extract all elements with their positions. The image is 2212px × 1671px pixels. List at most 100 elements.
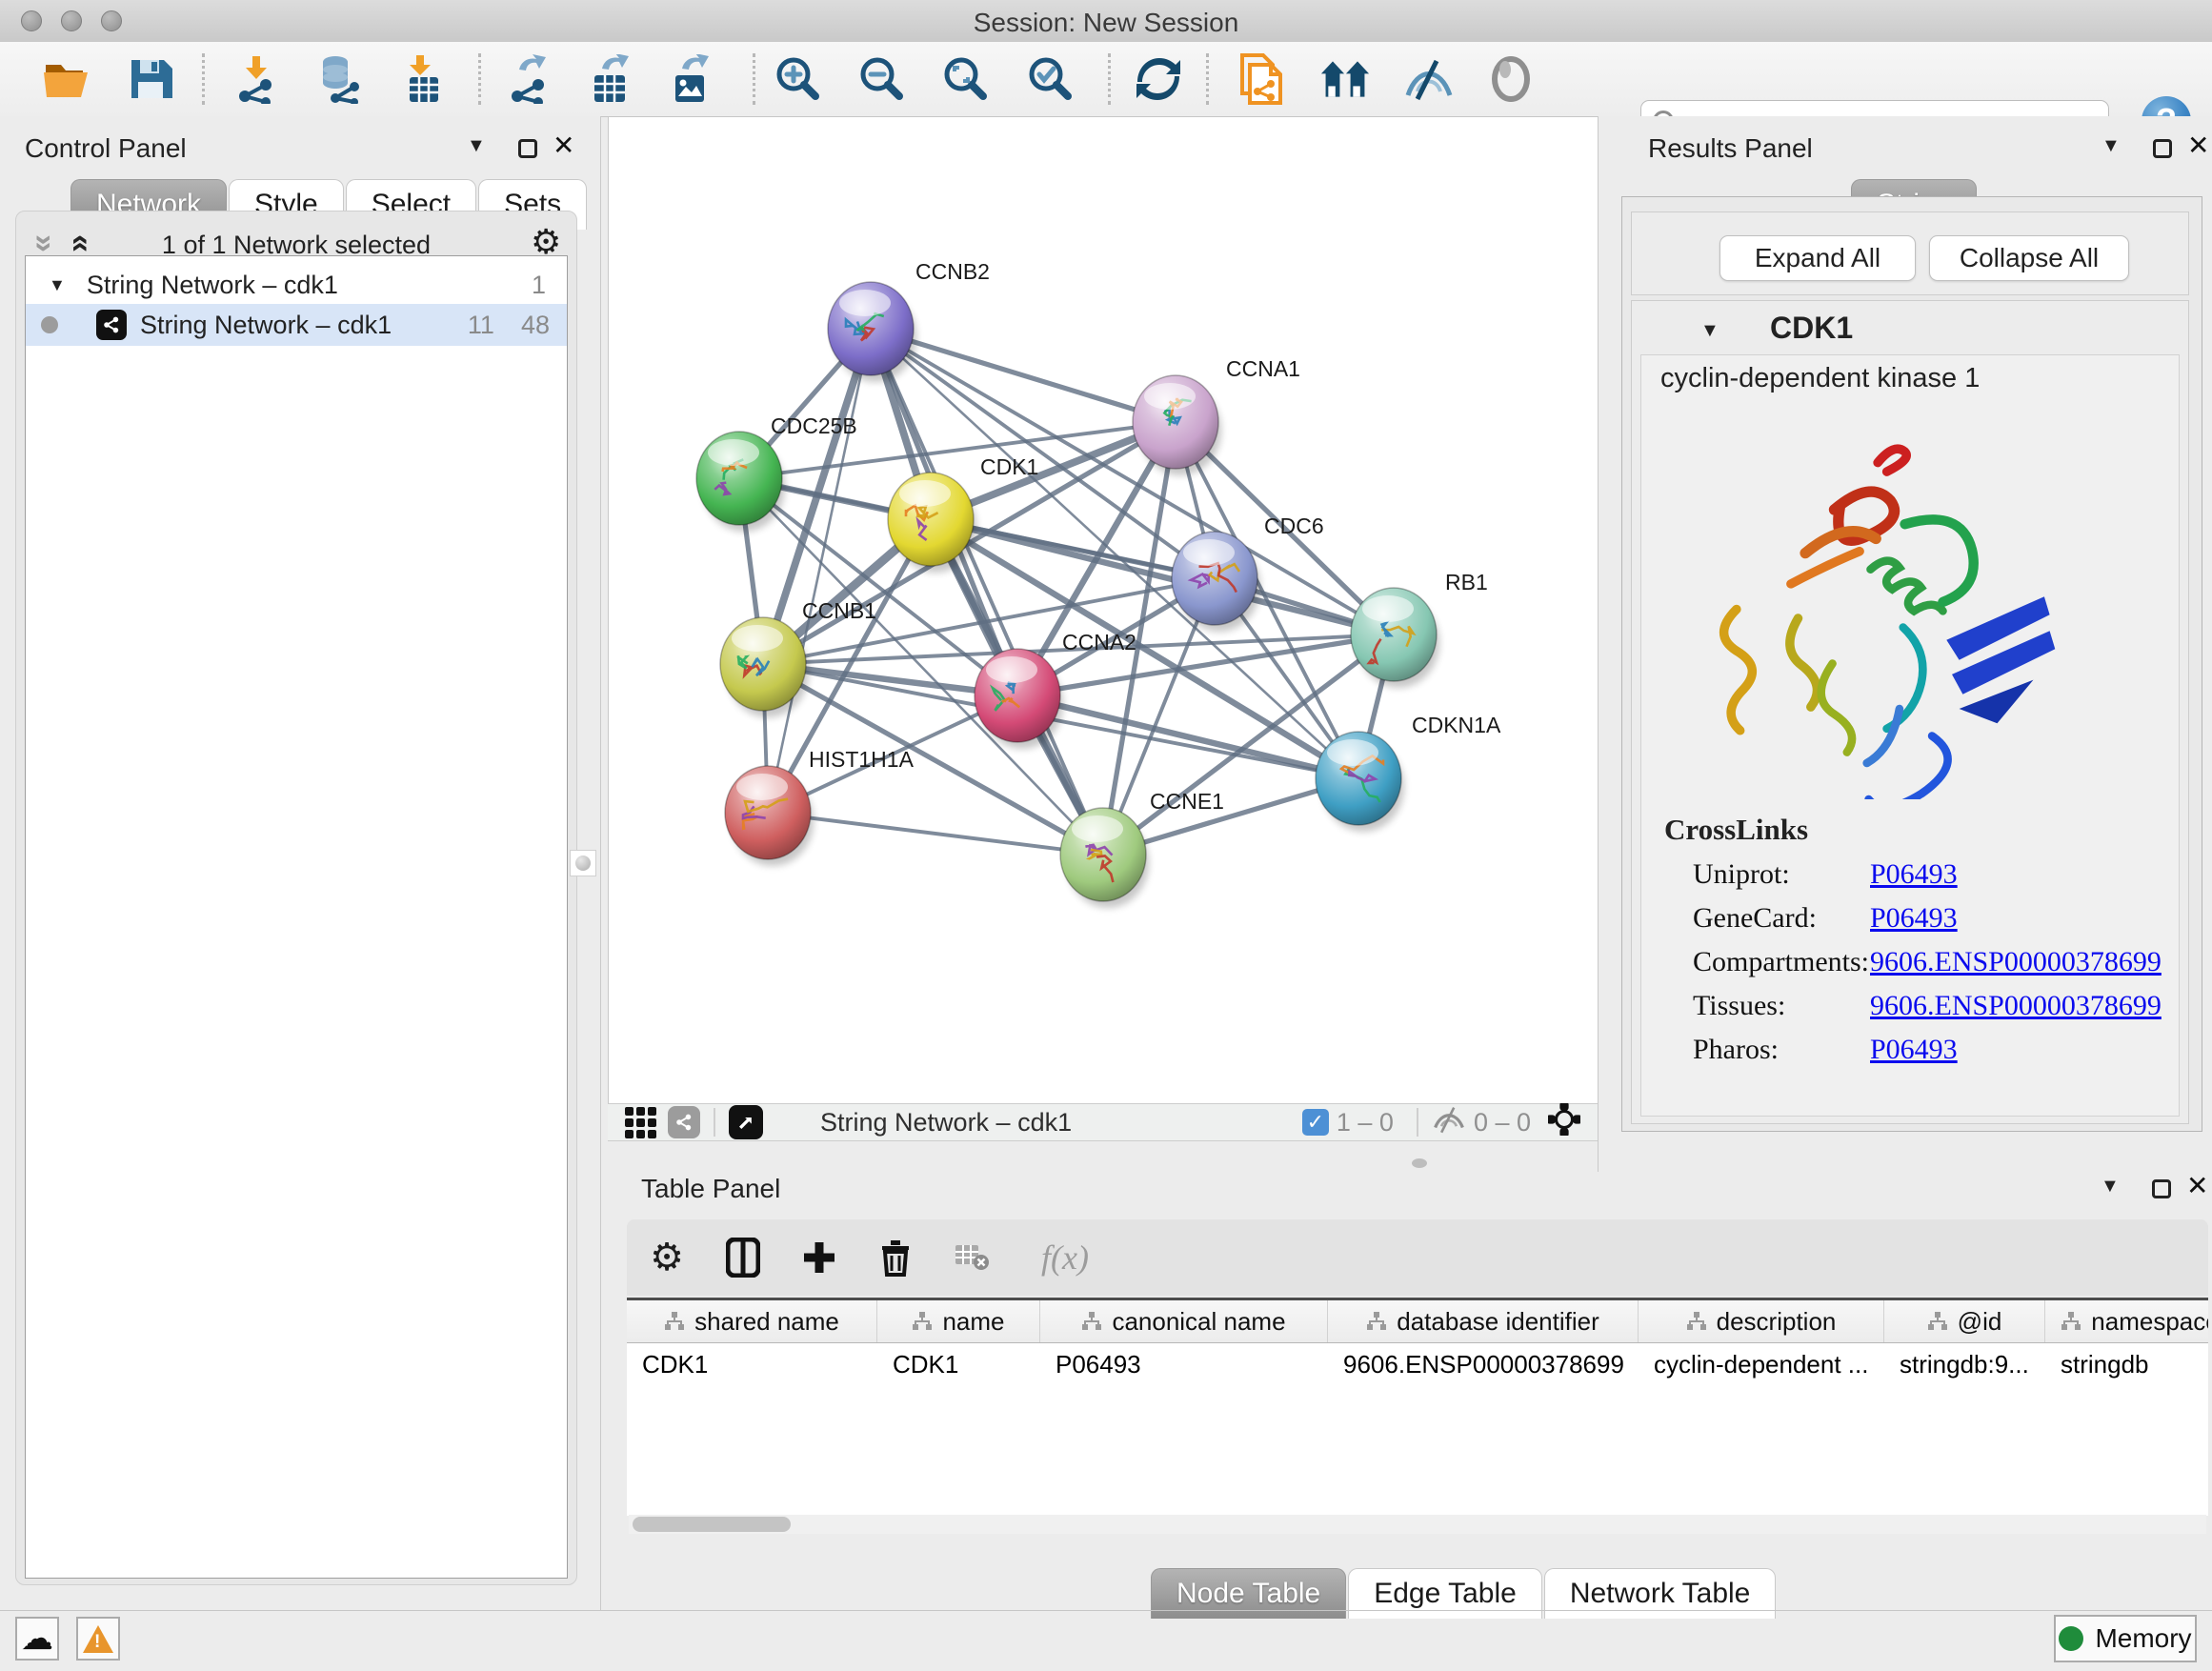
table-cell[interactable]: P06493 <box>1040 1343 1328 1385</box>
tab-node-table[interactable]: Node Table <box>1151 1568 1346 1619</box>
left-splitter-handle[interactable] <box>570 850 596 876</box>
hide-annotations-icon[interactable] <box>1404 54 1454 104</box>
zoom-out-icon[interactable] <box>857 54 907 104</box>
warnings-button[interactable]: ! <box>76 1617 120 1661</box>
table-panel-close-icon[interactable]: ✕ <box>2186 1170 2208 1201</box>
cloud-status-button[interactable]: ☁ <box>15 1617 59 1661</box>
network-node-count: 11 <box>468 311 494 340</box>
table-header-row: shared namename canonical name database id… <box>627 1300 2208 1343</box>
table-row[interactable]: CDK1CDK1P064939606.ENSP00000378699cyclin… <box>627 1343 2208 1385</box>
results-panel-close-icon[interactable]: ✕ <box>2187 130 2209 161</box>
main-toolbar: ? <box>0 42 2212 117</box>
table-cell[interactable]: stringdb:9... <box>1884 1343 2045 1385</box>
entry-expander-icon[interactable]: ▼ <box>1700 320 1719 342</box>
export-network-icon[interactable] <box>505 54 554 104</box>
node-label: CCNA2 <box>1062 630 1136 654</box>
node-label: CCNE1 <box>1150 789 1224 814</box>
crosslink-link[interactable]: 9606.ENSP00000378699 <box>1870 990 2162 1022</box>
apply-layout-icon[interactable] <box>1134 54 1183 104</box>
column-header-canonical-name[interactable]: canonical name <box>1040 1300 1328 1342</box>
table-cell[interactable]: CDK1 <box>627 1343 877 1385</box>
crosslink-row: Uniprot: P06493 <box>1693 858 2169 891</box>
expand-all-button[interactable]: Expand All <box>1719 235 1916 281</box>
open-in-window-icon[interactable] <box>729 1105 763 1139</box>
node-label: RB1 <box>1445 570 1488 594</box>
cdk1-details: cyclin-dependent kinase 1 CrossLinks Uni… <box>1640 354 2180 1117</box>
import-table-file-icon[interactable] <box>398 54 448 104</box>
crosslink-link[interactable]: P06493 <box>1870 1034 1958 1066</box>
table-cell[interactable]: 9606.ENSP00000378699 <box>1328 1343 1639 1385</box>
table-cell[interactable]: cyclin-dependent ... <box>1639 1343 1884 1385</box>
table-cell[interactable]: stringdb <box>2045 1343 2208 1385</box>
string-network-icon <box>96 310 127 340</box>
import-network-database-icon[interactable] <box>314 54 364 104</box>
control-panel-menu-icon[interactable]: ▼ <box>467 135 486 157</box>
column-header-shared-name[interactable]: shared name <box>627 1300 877 1342</box>
control-panel-float-icon[interactable] <box>518 139 537 158</box>
selected-counts: 1 – 0 <box>1337 1108 1394 1137</box>
collapse-all-button[interactable]: Collapse All <box>1929 235 2129 281</box>
export-image-icon[interactable] <box>667 54 716 104</box>
column-header-namespace[interactable]: namespace <box>2045 1300 2208 1342</box>
collection-expander-icon[interactable]: ▼ <box>49 275 66 295</box>
control-panel-close-icon[interactable]: ✕ <box>553 130 574 161</box>
network-current-dot-icon <box>41 316 58 333</box>
crosslink-link[interactable]: P06493 <box>1870 902 1958 935</box>
node-label: CCNB1 <box>802 598 876 623</box>
birds-eye-view-icon[interactable] <box>625 1107 656 1138</box>
entry-gene-name: CDK1 <box>1770 311 1853 346</box>
table-body: CDK1CDK1P064939606.ENSP00000378699cyclin… <box>627 1343 2208 1385</box>
column-label: canonical name <box>1112 1307 1285 1337</box>
column-header-@id[interactable]: @id <box>1884 1300 2045 1342</box>
node-table: shared namename canonical name database id… <box>627 1298 2208 1516</box>
save-session-icon[interactable] <box>126 54 175 104</box>
memory-button[interactable]: Memory <box>2054 1615 2197 1662</box>
open-session-icon[interactable] <box>42 54 91 104</box>
function-builder-icon[interactable]: f(x) <box>1027 1237 1103 1278</box>
column-header-description[interactable]: description <box>1639 1300 1884 1342</box>
node-label: CDK1 <box>980 454 1038 479</box>
crosslink-label: Uniprot: <box>1693 858 1790 890</box>
table-cell[interactable]: CDK1 <box>877 1343 1040 1385</box>
column-header-name[interactable]: name <box>877 1300 1040 1342</box>
memory-label: Memory <box>2095 1623 2191 1654</box>
results-panel-menu-icon[interactable]: ▼ <box>2101 135 2121 157</box>
crosslink-link[interactable]: P06493 <box>1870 858 1958 891</box>
table-panel-title: Table Panel <box>641 1174 780 1204</box>
zoom-selected-icon[interactable] <box>1026 54 1076 104</box>
crosslink-link[interactable]: 9606.ENSP00000378699 <box>1870 946 2162 978</box>
column-label: description <box>1717 1307 1837 1337</box>
show-graphics-details-icon[interactable] <box>1486 54 1536 104</box>
crosslink-label: GeneCard: <box>1693 902 1817 934</box>
node-navigation-icon[interactable] <box>1548 1103 1580 1142</box>
column-header-database-identifier[interactable]: database identifier <box>1328 1300 1639 1342</box>
table-settings-gear-icon[interactable]: ⚙ <box>646 1237 688 1278</box>
cybrowser-document-icon[interactable] <box>1235 54 1284 104</box>
toolbar-separator <box>1417 1108 1418 1137</box>
horizontal-splitter-handle[interactable] <box>1412 1158 1427 1168</box>
string-home-icon[interactable] <box>1320 54 1370 104</box>
table-panel-menu-icon[interactable]: ▼ <box>2101 1176 2120 1198</box>
network-row-selected[interactable]: String Network – cdk1 11 48 <box>26 304 567 346</box>
results-panel-float-icon[interactable] <box>2153 139 2172 158</box>
network-view-title: String Network – cdk1 <box>820 1108 1072 1137</box>
show-columns-icon[interactable] <box>722 1237 764 1278</box>
export-table-icon[interactable] <box>587 54 636 104</box>
add-column-icon[interactable] <box>798 1237 840 1278</box>
table-hscrollbar-thumb[interactable] <box>633 1517 791 1532</box>
tab-network-table[interactable]: Network Table <box>1544 1568 1777 1619</box>
delete-table-icon[interactable] <box>951 1237 993 1278</box>
zoom-fit-icon[interactable] <box>941 54 991 104</box>
crosslink-row: GeneCard: P06493 <box>1693 902 2169 935</box>
tab-edge-table[interactable]: Edge Table <box>1348 1568 1542 1619</box>
selected-checkbox-icon[interactable]: ✓ <box>1302 1109 1329 1136</box>
network-collection-row[interactable]: ▼ String Network – cdk1 1 <box>26 264 567 306</box>
import-network-file-icon[interactable] <box>232 54 282 104</box>
cytoscape-window: { "window": { "title": "Session: New Ses… <box>0 0 2212 1671</box>
network-canvas[interactable]: CCNB2CCNA1CDC25BCDK1CDC6RB1CCNB1CCNA2CDK… <box>608 117 1599 1103</box>
delete-column-icon[interactable] <box>875 1237 916 1278</box>
table-panel-float-icon[interactable] <box>2152 1179 2171 1198</box>
zoom-in-icon[interactable] <box>774 54 823 104</box>
warning-icon: ! <box>83 1625 113 1653</box>
crosslink-label: Pharos: <box>1693 1034 1779 1065</box>
